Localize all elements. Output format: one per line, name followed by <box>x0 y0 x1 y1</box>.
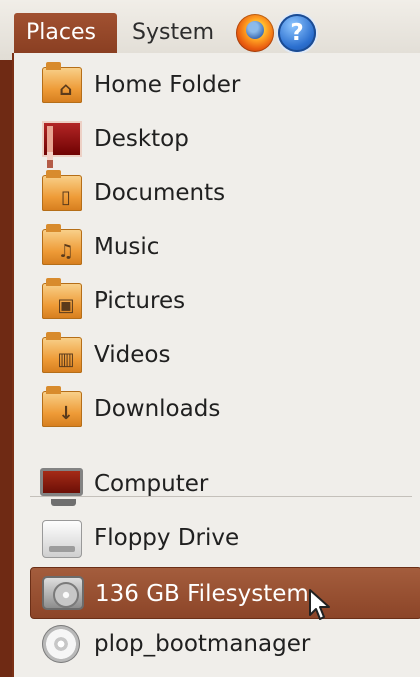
music-item[interactable]: ♫ Music <box>30 223 420 271</box>
videos-item[interactable]: ▥ Videos <box>30 331 420 379</box>
documents-item[interactable]: ▯ Documents <box>30 169 420 217</box>
menu-item-label: Videos <box>94 342 171 368</box>
pictures-folder-icon: ▣ <box>42 278 82 319</box>
desktop-edge <box>0 60 12 677</box>
documents-folder-icon: ▯ <box>42 170 82 211</box>
menu-item-label: 136 GB Filesystem <box>95 581 309 607</box>
computer-icon <box>40 468 83 506</box>
system-menu-button[interactable]: System <box>120 13 226 53</box>
videos-folder-icon: ▥ <box>42 332 82 373</box>
help-icon[interactable]: ? <box>278 14 316 52</box>
pictures-item[interactable]: ▣ Pictures <box>30 277 420 325</box>
menu-item-label: Documents <box>94 180 226 206</box>
filesystem-item[interactable]: 136 GB Filesystem <box>30 567 420 619</box>
firefox-icon[interactable] <box>236 14 274 52</box>
menu-item-label: Music <box>94 234 160 260</box>
menu-item-label: Downloads <box>94 396 221 422</box>
home-folder-item[interactable]: ⌂ Home Folder <box>30 61 420 109</box>
desktop-item[interactable]: Desktop <box>30 115 420 163</box>
desktop-icon <box>42 121 82 157</box>
floppy-drive-item[interactable]: Floppy Drive <box>30 514 420 562</box>
floppy-drive-icon <box>42 520 82 558</box>
menu-item-label: Computer <box>94 471 209 497</box>
places-menu-button[interactable]: Places <box>14 13 117 53</box>
menu-item-label: Desktop <box>94 126 189 152</box>
menu-item-label: Home Folder <box>94 72 241 98</box>
plop-bootmanager-item[interactable]: plop_bootmanager <box>30 620 420 668</box>
menu-item-label: Pictures <box>94 288 186 314</box>
computer-item[interactable]: Computer <box>30 460 420 508</box>
downloads-folder-icon: ↓ <box>42 386 82 427</box>
places-dropdown-menu: ⌂ Home Folder Desktop ▯ Documents ♫ Musi… <box>12 53 420 677</box>
menu-item-label: plop_bootmanager <box>94 631 311 657</box>
cd-icon <box>42 625 80 663</box>
menu-item-label: Floppy Drive <box>94 525 240 551</box>
home-folder-icon: ⌂ <box>42 62 82 103</box>
downloads-item[interactable]: ↓ Downloads <box>30 385 420 433</box>
hard-drive-icon <box>42 576 84 610</box>
music-folder-icon: ♫ <box>42 224 82 265</box>
